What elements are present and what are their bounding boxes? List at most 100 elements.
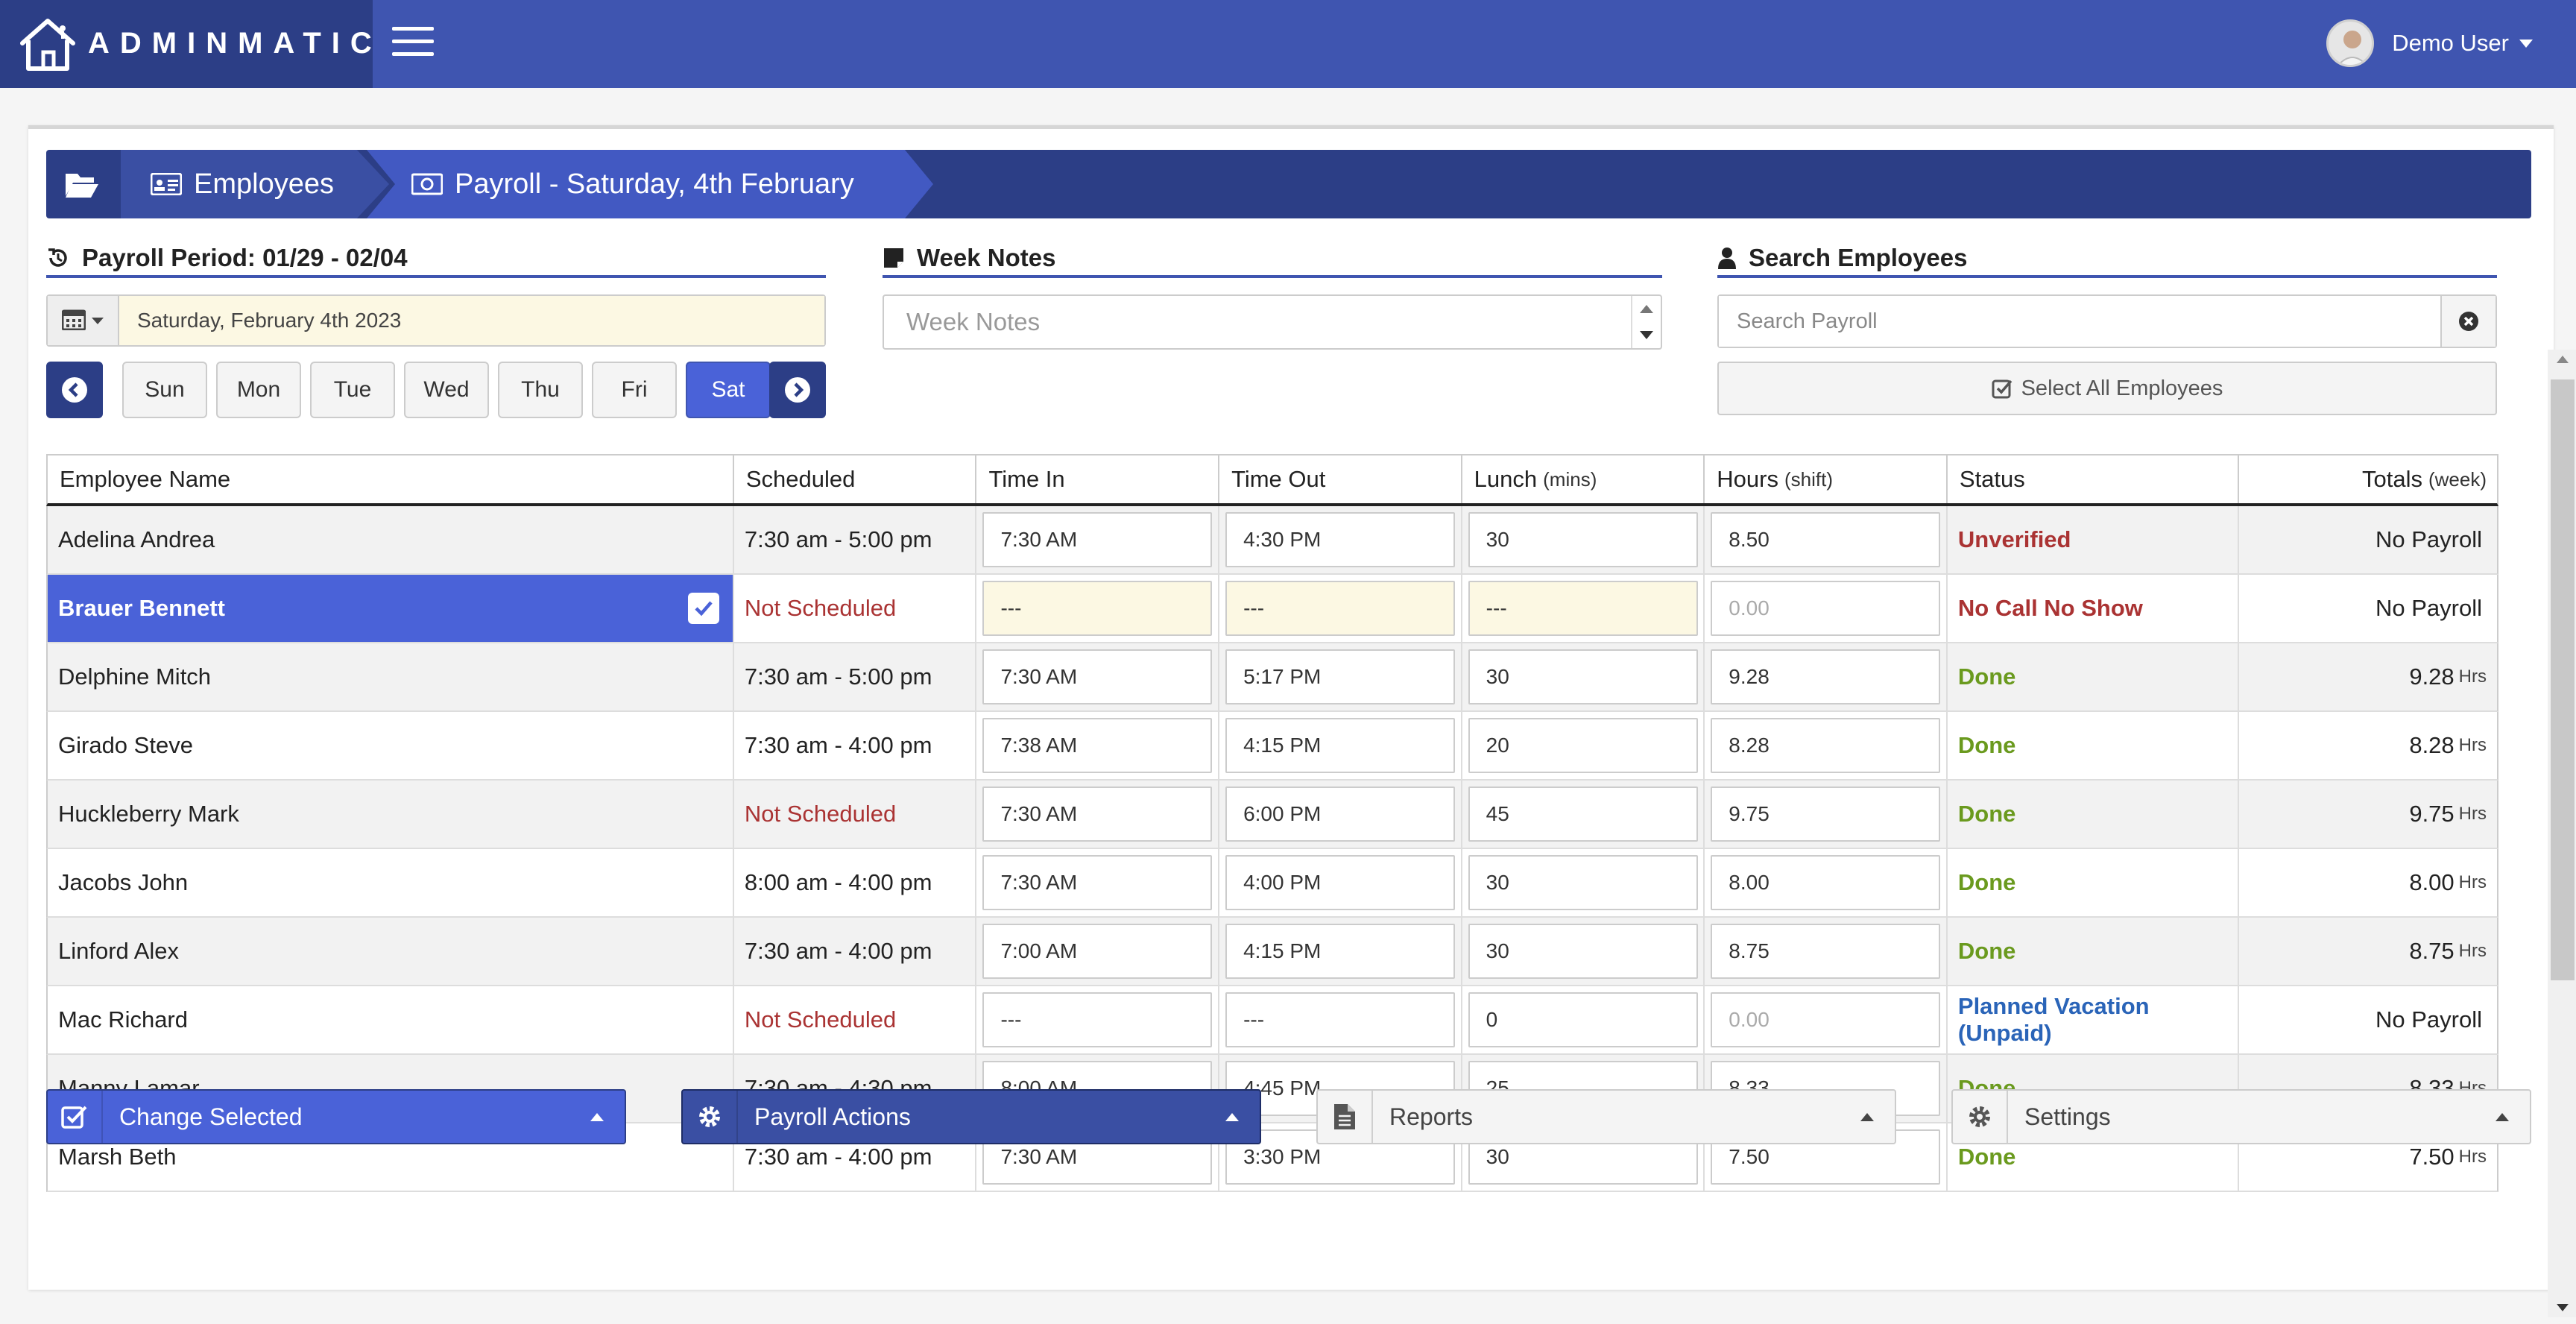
employee-name[interactable]: Mac Richard: [48, 986, 734, 1053]
row-checkbox[interactable]: [687, 593, 719, 624]
col-lunch[interactable]: Lunch (mins): [1462, 455, 1705, 503]
time-in-input[interactable]: 7:38 AM: [982, 718, 1213, 773]
change-selected-button[interactable]: Change Selected: [46, 1089, 626, 1144]
time-out-input[interactable]: 4:15 PM: [1225, 924, 1456, 979]
hours-input[interactable]: 8.28: [1711, 718, 1941, 773]
payroll-actions-button[interactable]: Payroll Actions: [681, 1089, 1261, 1144]
status-badge[interactable]: Done: [1948, 643, 2240, 710]
time-in-input[interactable]: 7:30 AM: [982, 855, 1213, 910]
status-badge[interactable]: Done: [1948, 918, 2240, 985]
hours-input[interactable]: 9.28: [1711, 649, 1941, 704]
spinner-down-icon[interactable]: [1640, 331, 1653, 339]
select-all-employees-button[interactable]: Select All Employees: [1717, 362, 2497, 415]
table-row[interactable]: Delphine Mitch 7:30 am - 5:00 pm 7:30 AM…: [46, 643, 2498, 712]
search-payroll-input[interactable]: [1719, 296, 2440, 347]
hours-input[interactable]: 9.75: [1711, 786, 1941, 842]
day-button-wed[interactable]: Wed: [404, 362, 489, 418]
week-notes-input[interactable]: Week Notes: [883, 294, 1662, 350]
col-time-in[interactable]: Time In: [976, 455, 1220, 503]
lunch-input[interactable]: ---: [1468, 581, 1698, 636]
status-badge[interactable]: Done: [1948, 781, 2240, 848]
col-employee-name[interactable]: Employee Name: [48, 455, 734, 503]
lunch-input[interactable]: 0: [1468, 992, 1698, 1047]
table-row[interactable]: Adelina Andrea 7:30 am - 5:00 pm 7:30 AM…: [46, 506, 2498, 575]
status-badge[interactable]: Unverified: [1948, 506, 2240, 573]
clear-search-button[interactable]: [2440, 296, 2496, 347]
col-scheduled[interactable]: Scheduled: [734, 455, 977, 503]
day-button-fri[interactable]: Fri: [592, 362, 677, 418]
day-button-mon[interactable]: Mon: [216, 362, 301, 418]
lunch-input[interactable]: 20: [1468, 718, 1698, 773]
scroll-down-icon[interactable]: [2557, 1304, 2569, 1311]
table-row[interactable]: Girado Steve 7:30 am - 4:00 pm 7:38 AM 4…: [46, 712, 2498, 781]
breadcrumb-payroll[interactable]: Payroll - Saturday, 4th February: [367, 150, 933, 218]
time-in-input[interactable]: ---: [982, 992, 1213, 1047]
day-button-thu[interactable]: Thu: [498, 362, 583, 418]
totals-cell: 8.28 Hrs: [2409, 732, 2487, 758]
col-time-out[interactable]: Time Out: [1219, 455, 1462, 503]
user-name: Demo User: [2392, 30, 2509, 56]
day-button-sat[interactable]: Sat: [686, 362, 771, 418]
hours-input[interactable]: 0.00: [1711, 581, 1941, 636]
payroll-date-field[interactable]: Saturday, February 4th 2023: [119, 296, 824, 345]
lunch-input[interactable]: 30: [1468, 924, 1698, 979]
time-out-input[interactable]: 4:15 PM: [1225, 718, 1456, 773]
hamburger-icon[interactable]: [392, 27, 434, 57]
table-row[interactable]: Brauer Bennett Not Scheduled --- --- ---…: [46, 575, 2498, 643]
brand[interactable]: ADMINMATIC: [0, 0, 373, 88]
table-row[interactable]: Mac Richard Not Scheduled --- --- 0 0.00…: [46, 986, 2498, 1055]
time-in-input[interactable]: 7:00 AM: [982, 924, 1213, 979]
day-button-sun[interactable]: Sun: [122, 362, 207, 418]
notes-spinner[interactable]: [1631, 296, 1661, 348]
time-out-input[interactable]: 5:17 PM: [1225, 649, 1456, 704]
time-in-input[interactable]: 7:30 AM: [982, 649, 1213, 704]
scrollbar-thumb[interactable]: [2551, 379, 2575, 980]
employee-name[interactable]: Delphine Mitch: [48, 643, 734, 710]
time-out-input[interactable]: 4:30 PM: [1225, 512, 1456, 567]
employee-name[interactable]: Linford Alex: [48, 918, 734, 985]
time-out-input[interactable]: 6:00 PM: [1225, 786, 1456, 842]
col-totals[interactable]: Totals (week): [2239, 455, 2497, 503]
time-in-input[interactable]: ---: [982, 581, 1213, 636]
reports-button[interactable]: Reports: [1316, 1089, 1896, 1144]
table-row[interactable]: Linford Alex 7:30 am - 4:00 pm 7:00 AM 4…: [46, 918, 2498, 986]
status-badge[interactable]: No Call No Show: [1948, 575, 2240, 642]
employee-name-selected[interactable]: Brauer Bennett: [48, 575, 734, 642]
spinner-up-icon[interactable]: [1640, 305, 1653, 313]
employee-name[interactable]: Huckleberry Mark: [48, 781, 734, 848]
status-badge[interactable]: Done: [1948, 849, 2240, 916]
settings-button[interactable]: Settings: [1951, 1089, 2531, 1144]
calendar-dropdown-button[interactable]: [48, 296, 119, 345]
prev-day-button[interactable]: [46, 362, 103, 418]
folder-open-icon[interactable]: [46, 150, 118, 218]
time-out-input[interactable]: ---: [1225, 581, 1456, 636]
hours-input[interactable]: 8.50: [1711, 512, 1941, 567]
lunch-input[interactable]: 30: [1468, 512, 1698, 567]
col-hours[interactable]: Hours (shift): [1705, 455, 1948, 503]
hours-input[interactable]: 8.00: [1711, 855, 1941, 910]
col-status[interactable]: Status: [1948, 455, 2240, 503]
employee-name[interactable]: Adelina Andrea: [48, 506, 734, 573]
employee-name[interactable]: Girado Steve: [48, 712, 734, 779]
table-row[interactable]: Jacobs John 8:00 am - 4:00 pm 7:30 AM 4:…: [46, 849, 2498, 918]
status-badge[interactable]: Done: [1948, 712, 2240, 779]
lunch-input[interactable]: 30: [1468, 855, 1698, 910]
table-row[interactable]: Huckleberry Mark Not Scheduled 7:30 AM 6…: [46, 781, 2498, 849]
employee-name[interactable]: Jacobs John: [48, 849, 734, 916]
status-badge[interactable]: Planned Vacation (Unpaid): [1948, 986, 2240, 1053]
day-button-tue[interactable]: Tue: [310, 362, 395, 418]
lunch-input[interactable]: 30: [1468, 649, 1698, 704]
time-in-input[interactable]: 7:30 AM: [982, 786, 1213, 842]
next-day-button[interactable]: [769, 362, 826, 418]
hours-input[interactable]: 8.75: [1711, 924, 1941, 979]
time-out-input[interactable]: 4:00 PM: [1225, 855, 1456, 910]
lunch-input[interactable]: 45: [1468, 786, 1698, 842]
chevron-up-icon: [2496, 1112, 2509, 1121]
scroll-up-icon[interactable]: [2557, 356, 2569, 363]
time-in-input[interactable]: 7:30 AM: [982, 512, 1213, 567]
user-menu[interactable]: Demo User: [2326, 19, 2533, 68]
hours-input[interactable]: 0.00: [1711, 992, 1941, 1047]
table-scrollbar[interactable]: [2548, 350, 2576, 1317]
time-out-input[interactable]: ---: [1225, 992, 1456, 1047]
breadcrumb-employees[interactable]: Employees: [121, 150, 389, 218]
